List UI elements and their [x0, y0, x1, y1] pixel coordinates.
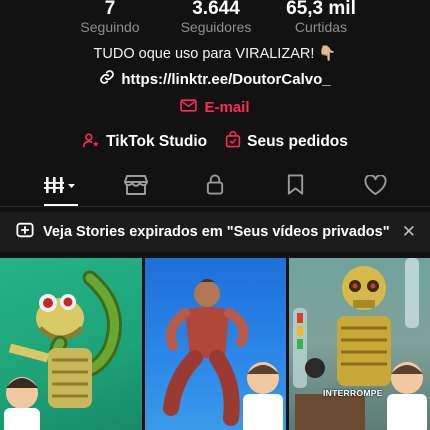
orders-label: Seus pedidos: [247, 133, 348, 150]
profile-stats: 7 Seguindo 3.644 Seguidores 65,3 mil Cur…: [0, 0, 430, 40]
heart-icon: [363, 173, 387, 200]
followers-count: 3.644: [192, 0, 240, 19]
bio-link[interactable]: https://linktr.ee/DoutorCalvo_: [0, 69, 430, 89]
mail-icon: [180, 99, 198, 116]
stories-banner-text: Veja Stories expirados em "Seus vídeos p…: [43, 224, 390, 240]
profile-tabs: [0, 168, 430, 206]
skeleton-snake-image: [4, 270, 122, 430]
stories-banner[interactable]: Veja Stories expirados em "Seus vídeos p…: [0, 212, 430, 252]
store-icon: [124, 174, 148, 201]
lock-icon: [206, 174, 224, 200]
skeleton-lab-image: [293, 258, 427, 430]
likes-stat[interactable]: 65,3 mil Curtidas: [261, 0, 381, 36]
following-count: 7: [104, 0, 116, 19]
tabs-divider: [0, 206, 430, 207]
bio-link-text: https://linktr.ee/DoutorCalvo_: [121, 70, 331, 88]
tiktok-studio-button[interactable]: TikTok Studio: [82, 132, 207, 153]
video-thumbnail[interactable]: INTERROMPE: [289, 258, 430, 430]
likes-label: Curtidas: [294, 19, 348, 35]
bookmark-icon: [287, 174, 304, 200]
email-label: E-mail: [204, 99, 250, 116]
likes-count: 65,3 mil: [286, 0, 356, 19]
tab-saved[interactable]: [265, 168, 325, 206]
link-icon: [99, 69, 115, 89]
tab-liked[interactable]: [345, 168, 405, 206]
email-button[interactable]: E-mail: [0, 99, 430, 116]
tiktok-studio-label: TikTok Studio: [106, 133, 208, 150]
tab-shop[interactable]: [106, 168, 166, 206]
tab-videos[interactable]: [30, 168, 90, 206]
user-star-icon: [82, 132, 100, 153]
followers-label: Seguidores: [180, 19, 252, 35]
bio-text: TUDO oque uso para VIRALIZAR! 👇🏼: [93, 46, 337, 62]
video-thumbnail[interactable]: [0, 258, 142, 430]
add-story-icon: [16, 221, 34, 243]
following-label: Seguindo: [80, 19, 140, 35]
orders-button[interactable]: Seus pedidos: [225, 131, 348, 153]
video-overlay-text: INTERROMPE: [323, 388, 383, 398]
grid-dropdown-icon: [44, 175, 76, 200]
muscle-man-image: [163, 279, 283, 430]
close-icon[interactable]: ✕: [402, 222, 416, 242]
following-stat[interactable]: 7 Seguindo: [50, 0, 170, 36]
profile-actions: TikTok Studio Seus pedidos: [0, 131, 430, 153]
tab-private[interactable]: [185, 168, 245, 206]
video-grid: INTERROMPE: [0, 258, 430, 430]
followers-stat[interactable]: 3.644 Seguidores: [156, 0, 276, 36]
video-thumbnail[interactable]: [145, 258, 286, 430]
shopping-bag-icon: [225, 131, 241, 153]
